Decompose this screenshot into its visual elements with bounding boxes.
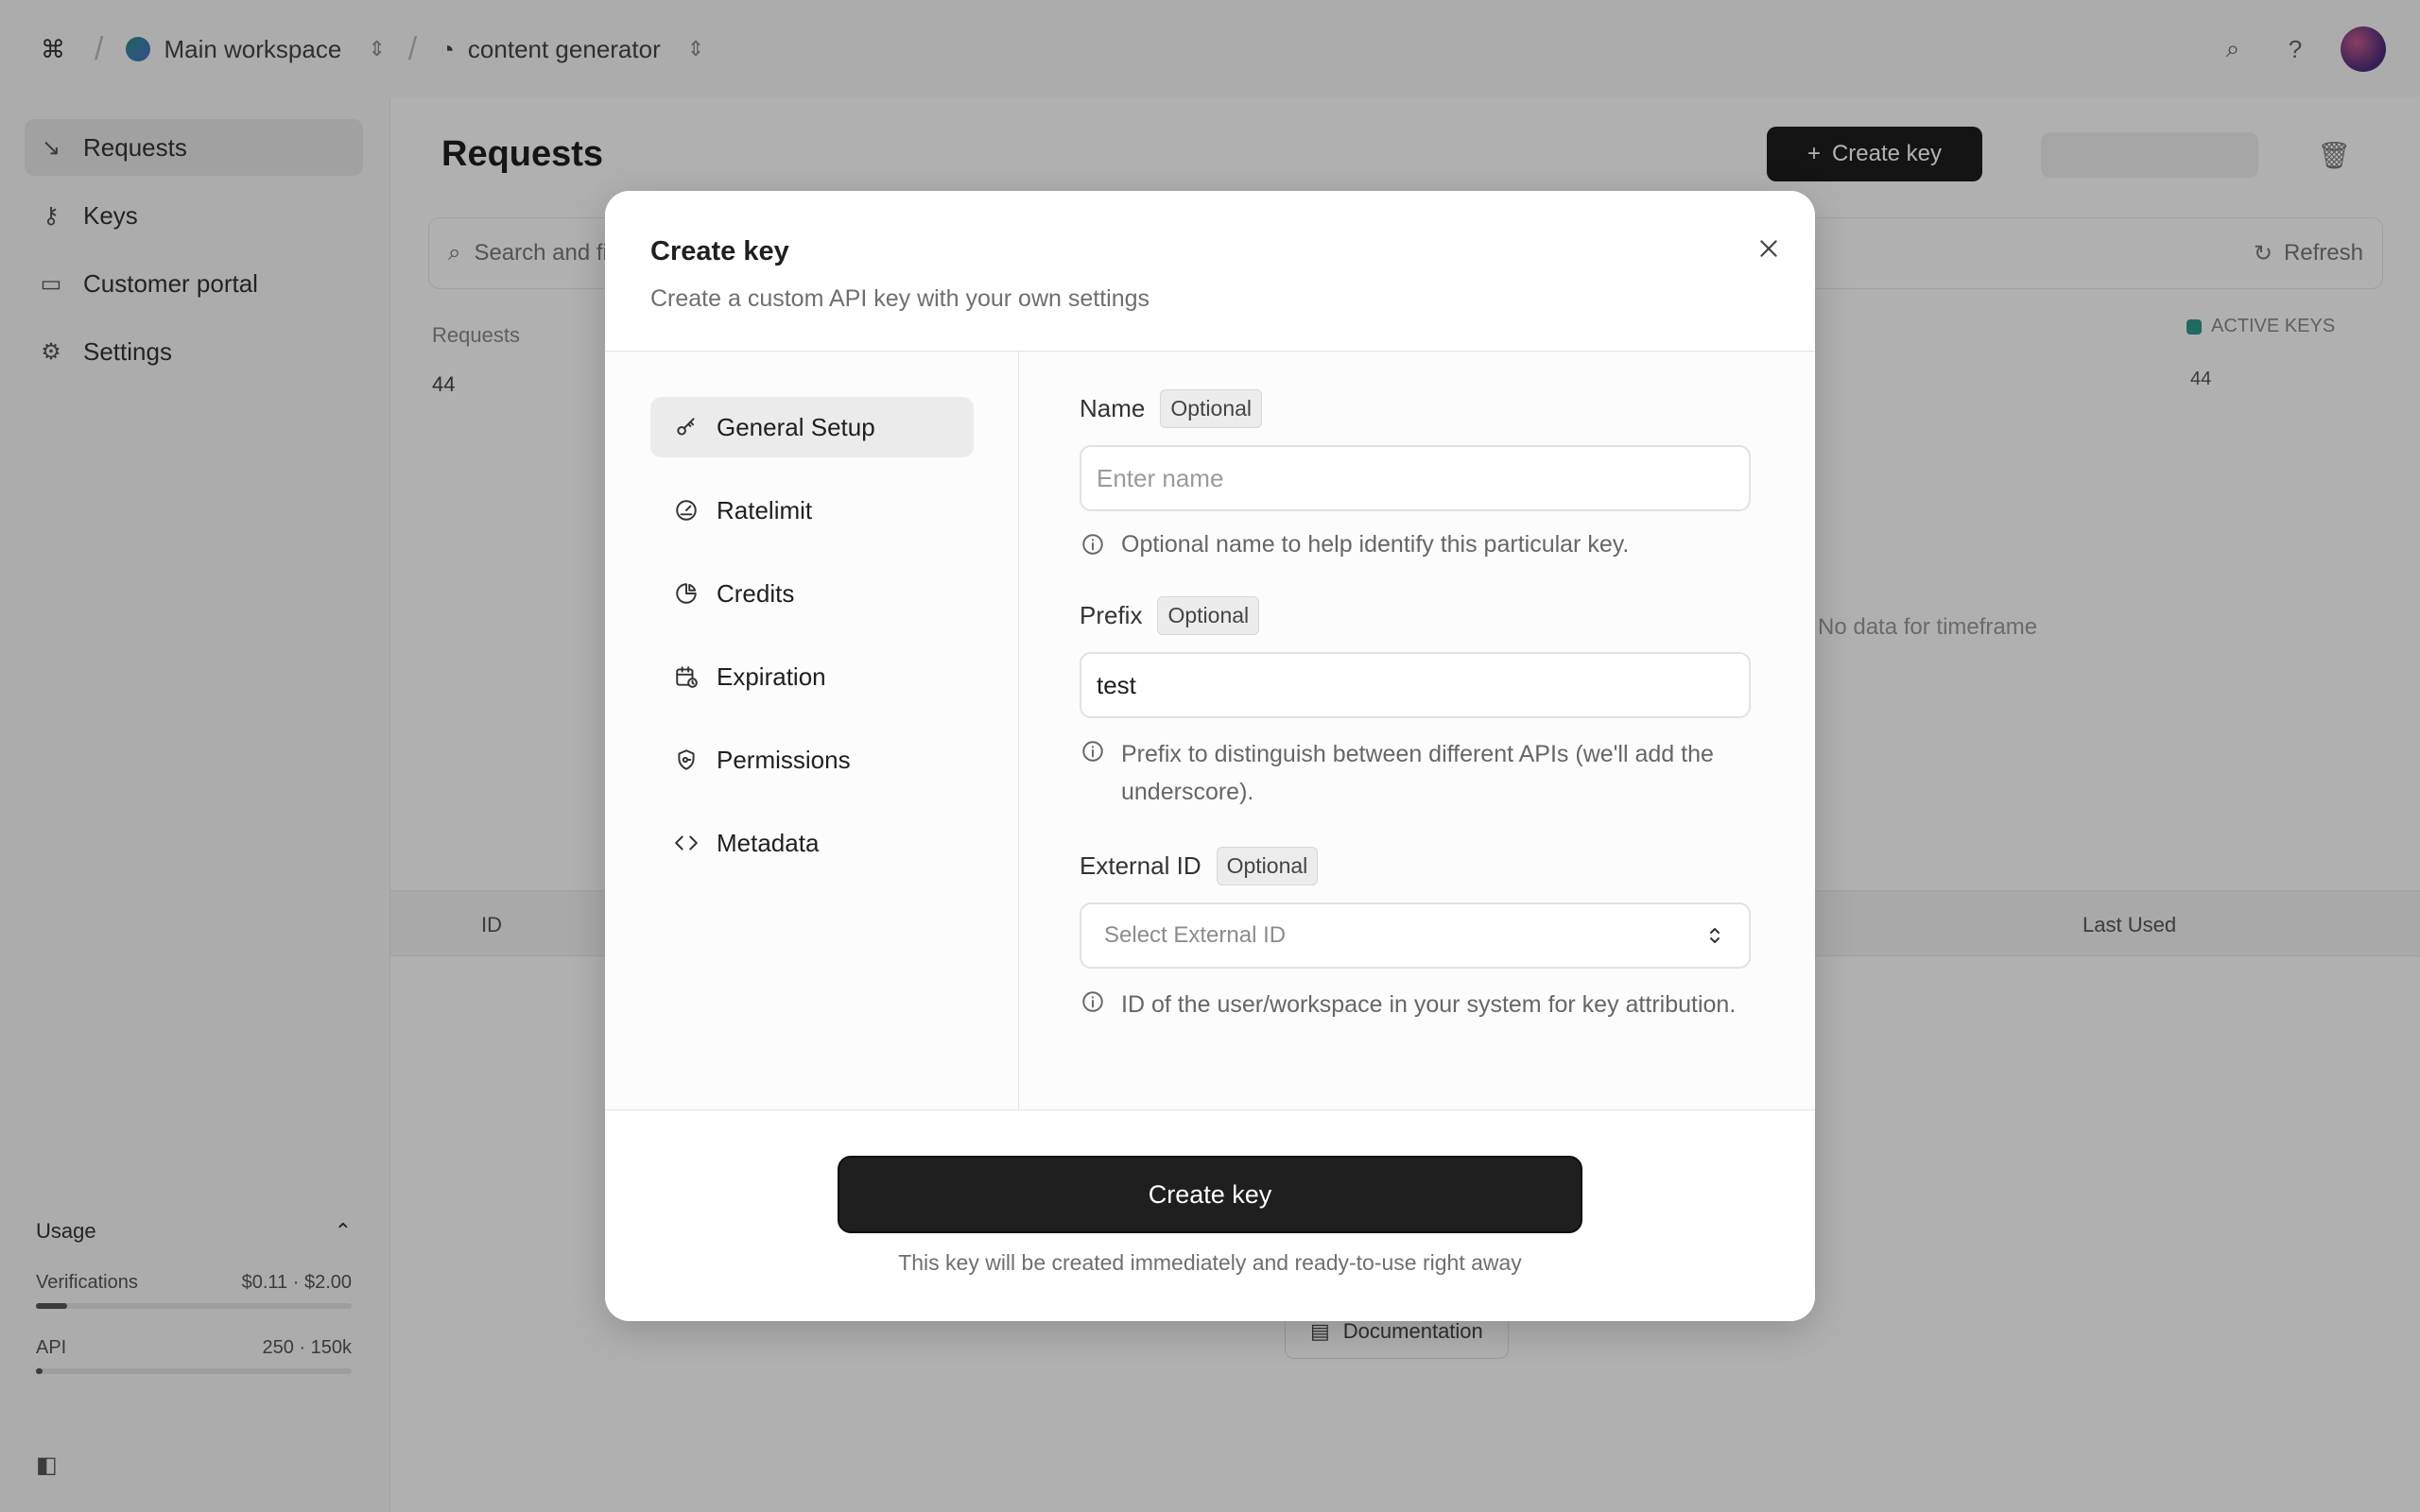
nav-item-expiration[interactable]: Expiration [650, 646, 974, 707]
nav-item-label: Ratelimit [717, 495, 813, 524]
info-icon [1080, 738, 1106, 765]
dialog-title: Create key [650, 236, 789, 266]
nav-item-ratelimit[interactable]: Ratelimit [650, 480, 974, 541]
gauge-icon [673, 497, 700, 524]
external-id-hint: ID of the user/workspace in your system … [1080, 986, 1751, 1023]
info-icon [1080, 531, 1106, 558]
nav-item-permissions[interactable]: Permissions [650, 730, 974, 790]
optional-badge: Optional [1216, 847, 1319, 885]
prefix-hint: Prefix to distinguish between different … [1080, 735, 1751, 811]
prefix-field-group: Prefix Optional Prefix to distinguish be… [1080, 596, 1754, 811]
nav-item-label: Credits [717, 578, 795, 608]
prefix-label: Prefix [1080, 601, 1143, 629]
code-icon [673, 830, 700, 856]
dialog-section-nav: General Setup Ratelimit Credits Expirati… [605, 352, 1019, 1109]
external-id-select[interactable]: Select External ID [1080, 902, 1751, 969]
shield-key-icon [673, 747, 700, 773]
key-icon [673, 414, 700, 440]
nav-item-label: Expiration [717, 662, 826, 691]
name-hint: Optional name to help identify this part… [1080, 528, 1751, 560]
external-id-label: External ID [1080, 851, 1201, 880]
nav-item-label: Permissions [717, 745, 851, 774]
nav-item-credits[interactable]: Credits [650, 563, 974, 624]
hint-text: ID of the user/workspace in your system … [1121, 991, 1737, 1018]
create-key-button[interactable]: Create key [838, 1156, 1582, 1233]
external-id-field-group: External ID Optional Select External ID … [1080, 847, 1754, 1023]
name-label: Name [1080, 394, 1146, 422]
nav-item-metadata[interactable]: Metadata [650, 813, 974, 873]
optional-badge: Optional [1157, 596, 1260, 635]
nav-item-label: Metadata [717, 828, 820, 857]
footer-note: This key will be created immediately and… [898, 1250, 1522, 1275]
dialog-header: Create key Create a custom API key with … [605, 191, 1815, 352]
nav-item-label: General Setup [717, 412, 875, 441]
prefix-input[interactable] [1080, 652, 1751, 718]
hint-text: Prefix to distinguish between different … [1121, 741, 1714, 805]
info-icon [1080, 988, 1106, 1015]
chevron-updown-icon [1710, 928, 1720, 943]
general-setup-form: Name Optional Optional name to help iden… [1019, 352, 1815, 1109]
name-field-group: Name Optional Optional name to help iden… [1080, 389, 1754, 560]
dialog-subtitle: Create a custom API key with your own se… [650, 285, 1150, 312]
close-icon [1760, 240, 1777, 257]
pie-chart-icon [673, 580, 700, 607]
dialog-footer: Create key This key will be created imme… [605, 1109, 1815, 1321]
close-button[interactable] [1745, 225, 1792, 272]
select-placeholder: Select External ID [1104, 922, 1287, 948]
hint-text: Optional name to help identify this part… [1121, 531, 1630, 558]
name-input[interactable] [1080, 445, 1751, 511]
optional-badge: Optional [1160, 389, 1263, 428]
create-key-dialog: Create key Create a custom API key with … [605, 191, 1815, 1321]
nav-item-general-setup[interactable]: General Setup [650, 397, 974, 457]
calendar-clock-icon [673, 663, 700, 690]
